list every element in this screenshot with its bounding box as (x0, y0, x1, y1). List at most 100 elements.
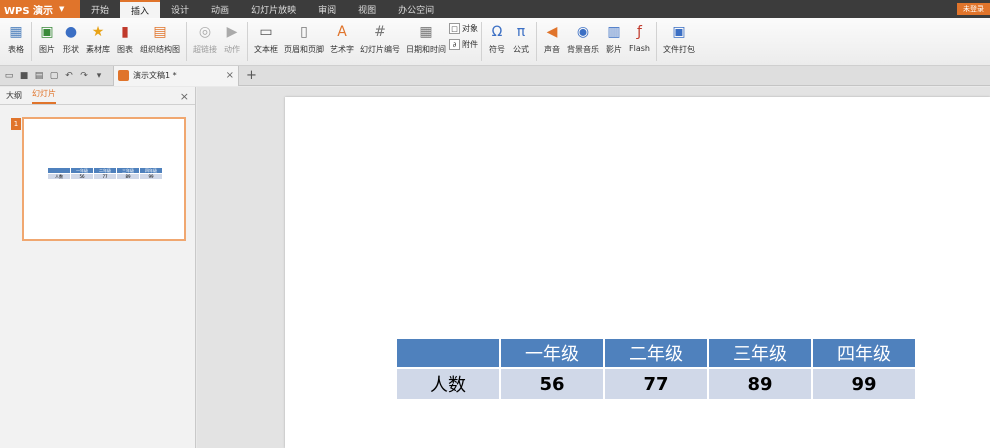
document-tab[interactable]: 演示文稿1 * × (113, 65, 239, 86)
table-value-cell[interactable]: 77 (605, 369, 707, 399)
slide-number-badge: 1 (11, 118, 21, 130)
flash-label: Flash (629, 44, 650, 53)
movie-label: 影片 (606, 45, 622, 54)
shape-label: 形状 (63, 45, 79, 54)
table-row: 人数 56 77 89 99 (397, 369, 915, 399)
table-header-cell[interactable]: 四年级 (813, 339, 915, 367)
calendar-icon: ▦ (419, 24, 433, 40)
shape-button[interactable]: ● 形状 (59, 18, 83, 65)
new-tab-plus-icon[interactable]: + (246, 68, 257, 83)
close-icon[interactable]: × (226, 70, 234, 81)
picture-button[interactable]: ▣ 图片 (35, 18, 59, 65)
datetime-label: 日期和时间 (406, 45, 446, 54)
shapes-icon: ● (64, 24, 78, 40)
tab-outline[interactable]: 大纲 (6, 90, 22, 104)
table-label: 表格 (8, 45, 24, 54)
open-folder-icon[interactable]: ▭ (4, 71, 14, 81)
background-music-button[interactable]: ◉ 背景音乐 (564, 18, 602, 65)
textbox-button[interactable]: ▭ 文本框 (251, 18, 281, 65)
action-label: 动作 (224, 45, 240, 54)
flash-button[interactable]: ƒ Flash (626, 18, 653, 65)
hyperlink-label: 超链接 (193, 45, 217, 54)
table-header-cell[interactable]: 一年级 (501, 339, 603, 367)
table-header-cell[interactable] (397, 339, 499, 367)
speaker-icon: ◀ (546, 24, 558, 40)
globe-icon: ◎ (198, 24, 212, 40)
formula-button[interactable]: π 公式 (509, 18, 533, 65)
table-value-cell[interactable]: 89 (709, 369, 811, 399)
thumbnail-table: 一年级 二年级 三年级 四年级 人数 56 77 89 99 (47, 167, 163, 180)
menu-tab-insert[interactable]: 插入 (120, 0, 161, 18)
package-label: 文件打包 (662, 45, 695, 54)
menu-tab-view[interactable]: 视图 (347, 0, 387, 18)
picture-label: 图片 (39, 45, 55, 54)
print-icon[interactable]: ▤ (34, 71, 44, 81)
save-icon[interactable]: ■ (19, 71, 29, 81)
table-header-cell[interactable]: 三年级 (709, 339, 811, 367)
menu-tab-home[interactable]: 开始 (80, 0, 120, 18)
wordart-icon: A (337, 24, 347, 40)
redo-icon[interactable]: ↷ (79, 71, 89, 81)
table-value-cell[interactable]: 99 (813, 369, 915, 399)
textbox-icon: ▭ (259, 24, 273, 40)
login-button[interactable]: 未登录 (957, 3, 990, 15)
sound-button[interactable]: ◀ 声音 (540, 18, 564, 65)
formula-label: 公式 (513, 45, 529, 54)
app-menu-button[interactable]: WPS 演示 ▼ (0, 0, 80, 18)
thumb-value-cell: 77 (93, 173, 117, 180)
object-button[interactable]: □ 对象 (449, 23, 478, 34)
menu-tab-animation[interactable]: 动画 (200, 0, 240, 18)
slide-page[interactable]: 一年级 二年级 三年级 四年级 人数 56 77 89 99 (285, 97, 990, 448)
slides-panel: 大纲 幻灯片 × 1 一年级 二年级 三年级 四年级 人数 56 77 89 9… (0, 87, 196, 448)
table-row-label[interactable]: 人数 (397, 369, 499, 399)
customize-dropdown-icon[interactable]: ▾ (94, 71, 104, 81)
table-header-cell[interactable]: 二年级 (605, 339, 707, 367)
star-icon: ★ (91, 24, 105, 40)
slide-table[interactable]: 一年级 二年级 三年级 四年级 人数 56 77 89 99 (395, 337, 917, 401)
bg-music-label: 背景音乐 (567, 45, 599, 54)
table-value-cell[interactable]: 56 (501, 369, 603, 399)
symbol-button[interactable]: Ω 符号 (485, 18, 509, 65)
ribbon-divider (186, 22, 187, 61)
table-header-row: 一年级 二年级 三年级 四年级 (397, 339, 915, 367)
table-button[interactable]: ▦ 表格 (4, 18, 28, 65)
datetime-button[interactable]: ▦ 日期和时间 (403, 18, 449, 65)
slide-number-button[interactable]: # 幻灯片编号 (357, 18, 403, 65)
undo-icon[interactable]: ↶ (64, 71, 74, 81)
chevron-down-icon: ▼ (59, 5, 65, 13)
menu-tab-office-space[interactable]: 办公空间 (387, 0, 445, 18)
panel-tabs: 大纲 幻灯片 × (0, 87, 195, 105)
pi-icon: π (516, 24, 526, 40)
header-footer-button[interactable]: ▯ 页眉和页脚 (281, 18, 327, 65)
document-name: 演示文稿1 * (133, 71, 177, 80)
package-button[interactable]: ▣ 文件打包 (660, 18, 698, 65)
attachment-button[interactable]: ∂ 附件 (449, 39, 478, 50)
action-button[interactable]: ▶ 动作 (220, 18, 244, 65)
slide-thumbnail[interactable]: 一年级 二年级 三年级 四年级 人数 56 77 89 99 (22, 117, 186, 241)
chart-button[interactable]: ▮ 图表 (113, 18, 137, 65)
close-icon[interactable]: × (180, 90, 189, 103)
package-icon: ▣ (672, 24, 686, 40)
thumb-row-label: 人数 (47, 173, 71, 180)
title-bar: WPS 演示 ▼ 开始 插入 设计 动画 幻灯片放映 审阅 视图 办公空间 未登… (0, 0, 990, 18)
material-library-button[interactable]: ★ 素材库 (83, 18, 113, 65)
object-attachment-group: □ 对象 ∂ 附件 (449, 18, 478, 65)
menu-tab-slideshow[interactable]: 幻灯片放映 (240, 0, 307, 18)
ribbon-divider (655, 22, 657, 61)
header-footer-label: 页眉和页脚 (284, 45, 324, 54)
textbox-label: 文本框 (254, 45, 278, 54)
movie-button[interactable]: ▥ 影片 (602, 18, 626, 65)
print-preview-icon[interactable]: ▢ (49, 71, 59, 81)
menu-tab-design[interactable]: 设计 (160, 0, 200, 18)
hyperlink-button[interactable]: ◎ 超链接 (190, 18, 220, 65)
tab-slides[interactable]: 幻灯片 (32, 88, 56, 104)
slide-number-label: 幻灯片编号 (360, 45, 400, 54)
table-icon: ▦ (9, 24, 23, 40)
music-disc-icon: ◉ (576, 24, 590, 40)
chart-label: 图表 (117, 45, 133, 54)
wordart-button[interactable]: A 艺术字 (327, 18, 357, 65)
object-label: 对象 (462, 24, 478, 33)
menu-tab-review[interactable]: 审阅 (307, 0, 347, 18)
picture-icon: ▣ (40, 24, 54, 40)
smartart-button[interactable]: ▤ 组织结构图 (137, 18, 183, 65)
